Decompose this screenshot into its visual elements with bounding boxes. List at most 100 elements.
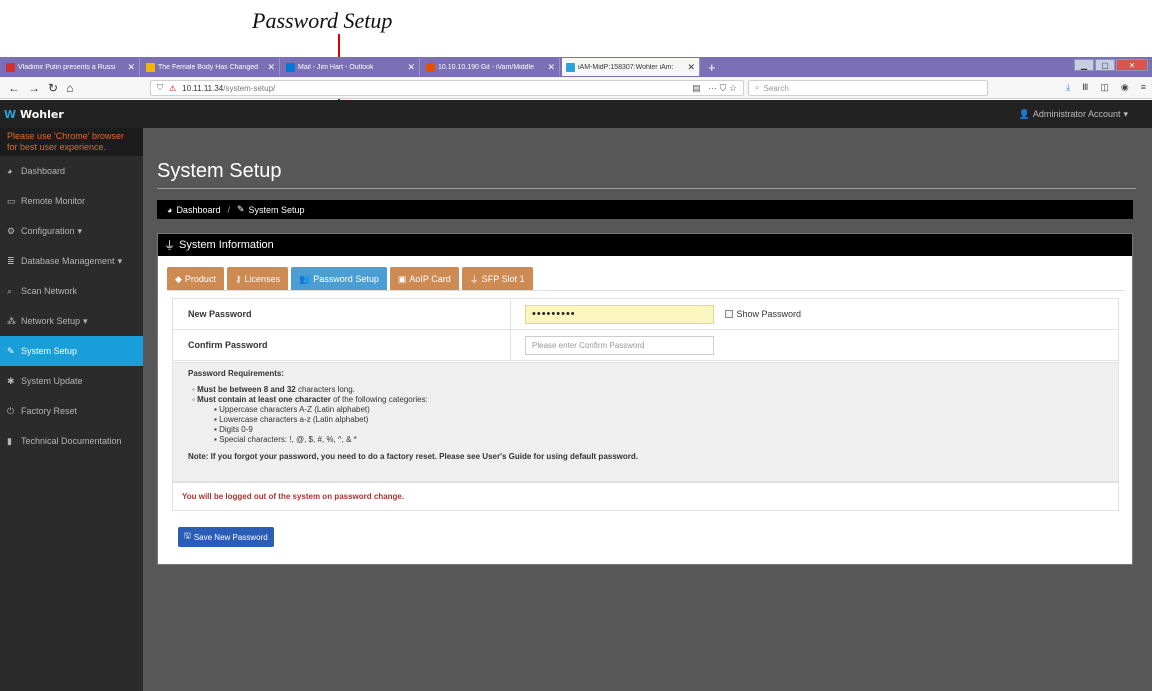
requirement-length-bold: Must be between 8 and 32	[197, 385, 296, 394]
sidebar-item-configuration[interactable]: ⚙ Configuration ▾	[0, 216, 143, 246]
sidebar-item-label: Factory Reset	[21, 406, 78, 416]
sidebar-item-technical-documentation[interactable]: ▮ Technical Documentation	[0, 426, 143, 456]
plug-icon: ⏚	[469, 274, 479, 285]
library-icon[interactable]: Ⅲ	[1082, 82, 1088, 93]
close-icon[interactable]: ✕	[267, 62, 275, 73]
sidebar-item-factory-reset[interactable]: ⏻ Factory Reset	[0, 396, 143, 426]
breadcrumb-dashboard-link[interactable]: Dashboard	[176, 205, 220, 215]
search-input[interactable]: ⌕ Search	[748, 80, 988, 96]
requirement-contain: ◦ Must contain at least one character of…	[192, 395, 428, 404]
requirement-category: ▪ Lowercase characters a-z (Latin alphab…	[214, 415, 369, 424]
sidebar-item-label: Technical Documentation	[21, 436, 122, 446]
sidebar: Please use 'Chrome' browser for best use…	[0, 128, 143, 691]
breadcrumb: ◕ Dashboard / ✎ System Setup	[157, 200, 1133, 219]
close-window-button[interactable]: ✕	[1116, 59, 1148, 71]
save-new-password-button[interactable]: 🖫 Save New Password	[178, 527, 274, 547]
forward-icon[interactable]: →	[28, 81, 40, 95]
maximize-button[interactable]: ▢	[1095, 59, 1115, 71]
tab-label: Password Setup	[313, 274, 379, 284]
tab-favicon-icon	[286, 62, 295, 72]
panel-title: System Information	[179, 239, 274, 251]
browser-tab[interactable]: Vladimir Putin presents a Russi ✕	[2, 58, 140, 76]
requirement-length: ◦ Must be between 8 and 32 characters lo…	[192, 385, 355, 394]
menu-icon[interactable]: ≡	[1141, 82, 1146, 93]
minimize-button[interactable]: ▁	[1074, 59, 1094, 71]
tab-password-setup[interactable]: 👥 Password Setup	[291, 267, 387, 291]
tab-label: AoIP Card	[409, 274, 451, 284]
sidebar-item-database-management[interactable]: ≣ Database Management ▾	[0, 246, 143, 276]
download-icon[interactable]: ⤓	[1066, 82, 1070, 93]
app-logo[interactable]: W Wohler	[4, 108, 64, 121]
close-icon[interactable]: ✕	[127, 62, 135, 73]
tab-product[interactable]: ◆ Product	[167, 267, 224, 291]
breadcrumb-current: System Setup	[248, 204, 305, 215]
address-bar[interactable]: ⛉ ⚠ 10.11.11.34/system-setup/ ▤ ··· ⛉ ☆	[150, 80, 744, 96]
main-content: System Setup ◕ Dashboard / ✎ System Setu…	[143, 128, 1152, 691]
dashboard-icon: ◕	[7, 166, 13, 176]
new-password-input[interactable]: •••••••••	[525, 304, 714, 324]
sidebar-item-remote-monitor[interactable]: ▭ Remote Monitor	[0, 186, 143, 216]
tabs-divider	[167, 290, 1125, 291]
back-icon[interactable]: ←	[8, 81, 20, 95]
sidebar-item-system-update[interactable]: ✱ System Update	[0, 366, 143, 396]
tab-favicon-icon	[566, 62, 575, 72]
search-icon: ⌕	[7, 285, 13, 296]
wohler-logo-icon: W	[4, 107, 17, 121]
page-title: System Setup	[157, 160, 282, 182]
browser-tab[interactable]: 10.10.10.190 Git - iVam/Middle ✕	[422, 58, 560, 76]
sidebar-toggle-icon[interactable]: ◫	[1100, 82, 1109, 93]
panel-header: ⏚ System Information	[158, 234, 1132, 256]
reload-icon[interactable]: ↻	[48, 81, 58, 95]
tab-title: The Female Body Has Changed	[158, 63, 258, 71]
close-icon[interactable]: ✕	[547, 62, 555, 73]
tab-label: SFP Slot 1	[481, 274, 525, 284]
new-tab-button[interactable]: +	[708, 60, 716, 75]
breadcrumb-separator: /	[227, 204, 230, 215]
sidebar-item-system-setup[interactable]: ✎ System Setup	[0, 336, 143, 366]
tab-licenses[interactable]: ⚷ Licenses	[226, 267, 289, 291]
browser-tab-active[interactable]: iAM-MidP:158307:Wohler iAm: ✕	[562, 58, 700, 76]
account-menu[interactable]: 👤 Administrator Account ▾	[1019, 109, 1128, 120]
users-icon: 👥	[299, 273, 311, 284]
browser-tab[interactable]: The Female Body Has Changed ✕	[142, 58, 280, 76]
page-actions-icon[interactable]: ▤ ··· ⛉ ☆	[692, 83, 737, 94]
browser-toolbar: ← → ↻ ⌂ ⛉ ⚠ 10.11.11.34/system-setup/ ▤ …	[0, 77, 1152, 99]
browser-tab[interactable]: Mail - Jim Hart - Outlook ✕	[282, 58, 420, 76]
search-placeholder: Search	[763, 83, 789, 93]
close-icon[interactable]: ✕	[687, 62, 695, 73]
show-password-checkbox[interactable]	[724, 310, 733, 318]
browser-tab-bar: Vladimir Putin presents a Russi ✕ The Fem…	[0, 57, 1152, 77]
sidebar-item-dashboard[interactable]: ◕ Dashboard	[0, 156, 143, 186]
sidebar-item-label: Database Management	[21, 256, 115, 266]
sidebar-item-network-setup[interactable]: ⁂ Network Setup ▾	[0, 306, 143, 336]
title-divider	[157, 188, 1136, 189]
form-row: Confirm Password Please enter Confirm Pa…	[172, 329, 1119, 361]
logo-text: Wohler	[19, 107, 64, 121]
new-password-label: New Password	[172, 298, 511, 330]
system-information-panel: ⏚ System Information ◆ Product ⚷ Licenses …	[157, 233, 1133, 565]
caret-down-icon: ▾	[117, 255, 123, 266]
sidebar-item-label: Configuration	[21, 226, 75, 236]
close-icon[interactable]: ✕	[407, 62, 415, 73]
requirement-length-text: characters long.	[295, 385, 355, 394]
monitor-icon: ▭	[7, 195, 16, 206]
factory-reset-note: Note: If you forgot your password, you n…	[188, 452, 638, 461]
tab-favicon-icon	[6, 62, 15, 72]
category-text: Uppercase characters A-Z (Latin alphabet…	[219, 405, 370, 414]
book-icon: ▮	[7, 435, 12, 446]
user-icon: 👤	[1018, 108, 1030, 119]
database-icon: ≣	[7, 255, 15, 266]
wrench-icon: ✎	[236, 204, 245, 214]
show-password-toggle[interactable]: Show Password	[724, 309, 801, 319]
tab-aoip-card[interactable]: ▣ AoIP Card	[389, 267, 459, 291]
category-text: Digits 0-9	[219, 425, 253, 434]
confirm-password-input[interactable]: Please enter Confirm Password	[525, 335, 714, 355]
confirm-password-label: Confirm Password	[172, 329, 511, 361]
home-icon[interactable]: ⌂	[66, 81, 73, 95]
sidebar-item-scan-network[interactable]: ⌕ Scan Network	[0, 276, 143, 306]
logout-notice: You will be logged out of the system on …	[172, 482, 1119, 511]
account-circle-icon[interactable]: ◉	[1121, 82, 1129, 93]
caret-down-icon: ▾	[77, 225, 83, 236]
save-button-label: Save New Password	[193, 532, 268, 542]
tab-sfp-slot-1[interactable]: ⏚ SFP Slot 1	[461, 267, 533, 291]
